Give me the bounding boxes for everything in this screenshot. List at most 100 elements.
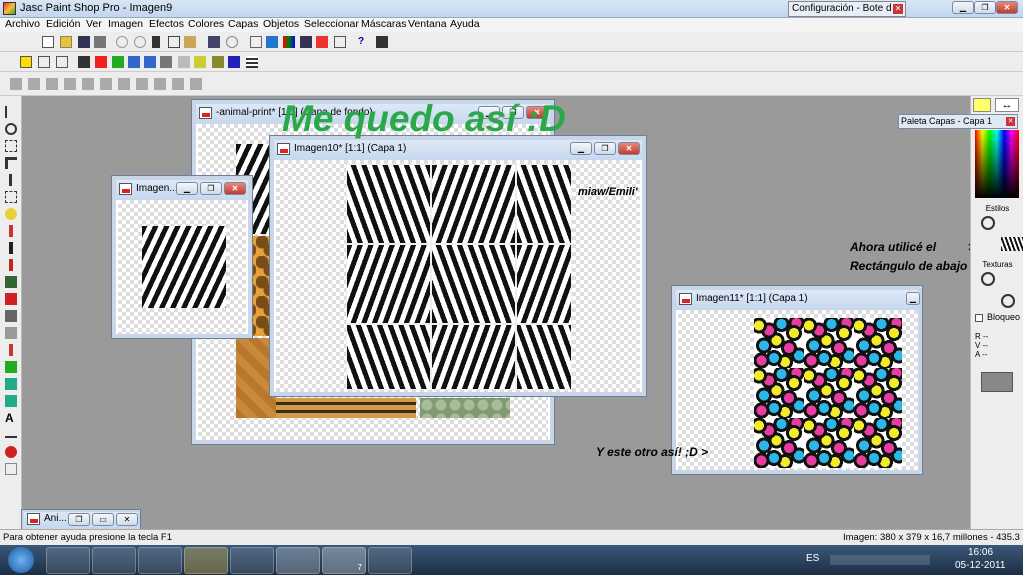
map-icon[interactable] [194, 56, 206, 68]
canvas[interactable] [678, 310, 918, 470]
style-pattern-swatch[interactable] [1001, 237, 1023, 251]
no-texture-icon[interactable] [981, 272, 995, 286]
text-tool-icon[interactable]: A [5, 412, 17, 424]
picture-icon[interactable] [112, 56, 124, 68]
window-icon[interactable] [56, 56, 68, 68]
close-button[interactable]: ✕ [116, 513, 138, 526]
window-imagen-small-titlebar[interactable]: Imagen... ▁ ❐ ✕ [116, 180, 248, 200]
start-button-icon[interactable] [8, 547, 34, 573]
layers-icon[interactable] [316, 36, 328, 48]
menu-imagen[interactable]: Imagen [108, 18, 143, 30]
crop-tool-icon[interactable] [5, 157, 17, 169]
lasso-tool-icon[interactable] [5, 208, 17, 220]
menu-ayuda[interactable]: Ayuda [450, 18, 480, 30]
layer-delete-icon[interactable] [28, 78, 40, 90]
foreground-color-swatch[interactable] [973, 98, 991, 112]
minimize-button[interactable]: ▁ [906, 292, 920, 305]
minimize-button[interactable]: ▁ [570, 142, 592, 155]
open-folder-icon[interactable] [60, 36, 72, 48]
node-tool-icon[interactable] [5, 463, 17, 475]
layer-mask-icon[interactable] [154, 78, 166, 90]
histogram-icon[interactable] [283, 36, 295, 48]
zoom-icon[interactable] [250, 36, 262, 48]
paint-taskbar-icon[interactable] [368, 547, 412, 574]
layer-down-icon[interactable] [118, 78, 130, 90]
shape-tool-icon[interactable] [5, 446, 17, 458]
clock-date[interactable]: 05-12-2011 [955, 560, 1005, 571]
config-window-tab[interactable]: Configuración - Bote d ✕ [788, 1, 906, 17]
tool-icon[interactable] [376, 36, 388, 48]
restore-button[interactable]: ❐ [68, 513, 90, 526]
screen-icon[interactable] [208, 36, 220, 48]
bloqueo-checkbox[interactable] [975, 314, 983, 322]
clone-tool-icon[interactable] [5, 276, 17, 288]
new-file-icon[interactable] [42, 36, 54, 48]
layer-props-icon[interactable] [64, 78, 76, 90]
close-button[interactable]: ✕ [224, 182, 246, 195]
brush-tool-icon[interactable] [9, 242, 13, 254]
swap-colors-icon[interactable]: ↔ [995, 98, 1019, 112]
retouch-tool-icon[interactable] [5, 310, 17, 322]
menu-capas[interactable]: Capas [228, 18, 258, 30]
layer-link-icon[interactable] [190, 78, 202, 90]
palette-icon[interactable] [266, 36, 278, 48]
color-picker[interactable] [975, 130, 1019, 198]
copy-icon[interactable] [168, 36, 180, 48]
menu-edicion[interactable]: Edición [46, 18, 80, 30]
print-icon[interactable] [94, 36, 106, 48]
help-icon[interactable]: ? [358, 36, 370, 48]
airbrush-tool-icon[interactable] [9, 344, 13, 356]
window-imagen10[interactable]: Imagen10* [1:1] (Capa 1) ▁ ❐ ✕ [270, 136, 646, 396]
language-indicator[interactable]: ES [806, 553, 819, 564]
window-imagen-small[interactable]: Imagen... ▁ ❐ ✕ [112, 176, 252, 338]
minimize-button[interactable]: ▁ [952, 1, 974, 14]
move-tool-icon[interactable] [9, 174, 12, 186]
menu-efectos[interactable]: Efectos [149, 18, 184, 30]
effect-icon[interactable] [178, 56, 190, 68]
fullscreen-icon[interactable] [334, 36, 346, 48]
image-icon[interactable] [144, 56, 156, 68]
menu-ver[interactable]: Ver [86, 18, 102, 30]
layer-lock-icon[interactable] [172, 78, 184, 90]
menu-objetos[interactable]: Objetos [263, 18, 299, 30]
overview-icon[interactable] [300, 36, 312, 48]
color-icon[interactable] [20, 56, 32, 68]
minimize-button[interactable]: ▁ [176, 182, 198, 195]
menu-mascaras[interactable]: Máscaras [361, 18, 407, 30]
close-button[interactable]: ✕ [996, 1, 1018, 14]
paste-icon[interactable] [184, 36, 196, 48]
maximize-button[interactable]: ❐ [594, 142, 616, 155]
shape-icon[interactable] [212, 56, 224, 68]
canvas[interactable] [118, 200, 246, 334]
no-style-icon[interactable] [981, 216, 995, 230]
brush-icon[interactable] [78, 56, 90, 68]
pen-tool-icon[interactable] [9, 259, 13, 271]
cut-icon[interactable] [152, 36, 160, 48]
undo-icon[interactable] [116, 36, 128, 48]
selection-tool-icon[interactable] [5, 140, 17, 152]
layer-new-icon[interactable] [10, 78, 22, 90]
layer-group-icon[interactable] [136, 78, 148, 90]
window-minimized-titlebar[interactable]: Ani... ❐ ▭ ✕ [24, 512, 138, 528]
frame-icon[interactable] [38, 56, 50, 68]
grid-icon[interactable] [128, 56, 140, 68]
pointer-tool-icon[interactable] [5, 106, 17, 118]
layers-palette[interactable]: Paleta Capas - Capa 1 ✕ [898, 114, 1018, 129]
window-imagen10-titlebar[interactable]: Imagen10* [1:1] (Capa 1) ▁ ❐ ✕ [274, 140, 642, 160]
ie-taskbar-icon[interactable] [46, 547, 90, 574]
clock-time[interactable]: 16:06 [968, 547, 993, 558]
settings-icon[interactable] [160, 56, 172, 68]
layer-up-icon[interactable] [100, 78, 112, 90]
chrome-taskbar-icon[interactable] [276, 547, 320, 574]
line-tool-icon[interactable] [5, 432, 17, 438]
fill-tool-icon[interactable] [5, 378, 17, 390]
stripes-icon[interactable] [246, 56, 258, 68]
layer-merge-icon[interactable] [82, 78, 94, 90]
close-icon[interactable]: ✕ [893, 4, 903, 14]
maximize-button[interactable]: ❐ [974, 1, 996, 14]
tray-icons[interactable] [830, 555, 930, 565]
no-texture-2-icon[interactable] [1001, 294, 1015, 308]
maximize-button[interactable]: ❐ [200, 182, 222, 195]
window-imagen11-titlebar[interactable]: Imagen11* [1:1] (Capa 1) ▁ [676, 290, 920, 310]
menu-seleccionar[interactable]: Seleccionar [304, 18, 359, 30]
